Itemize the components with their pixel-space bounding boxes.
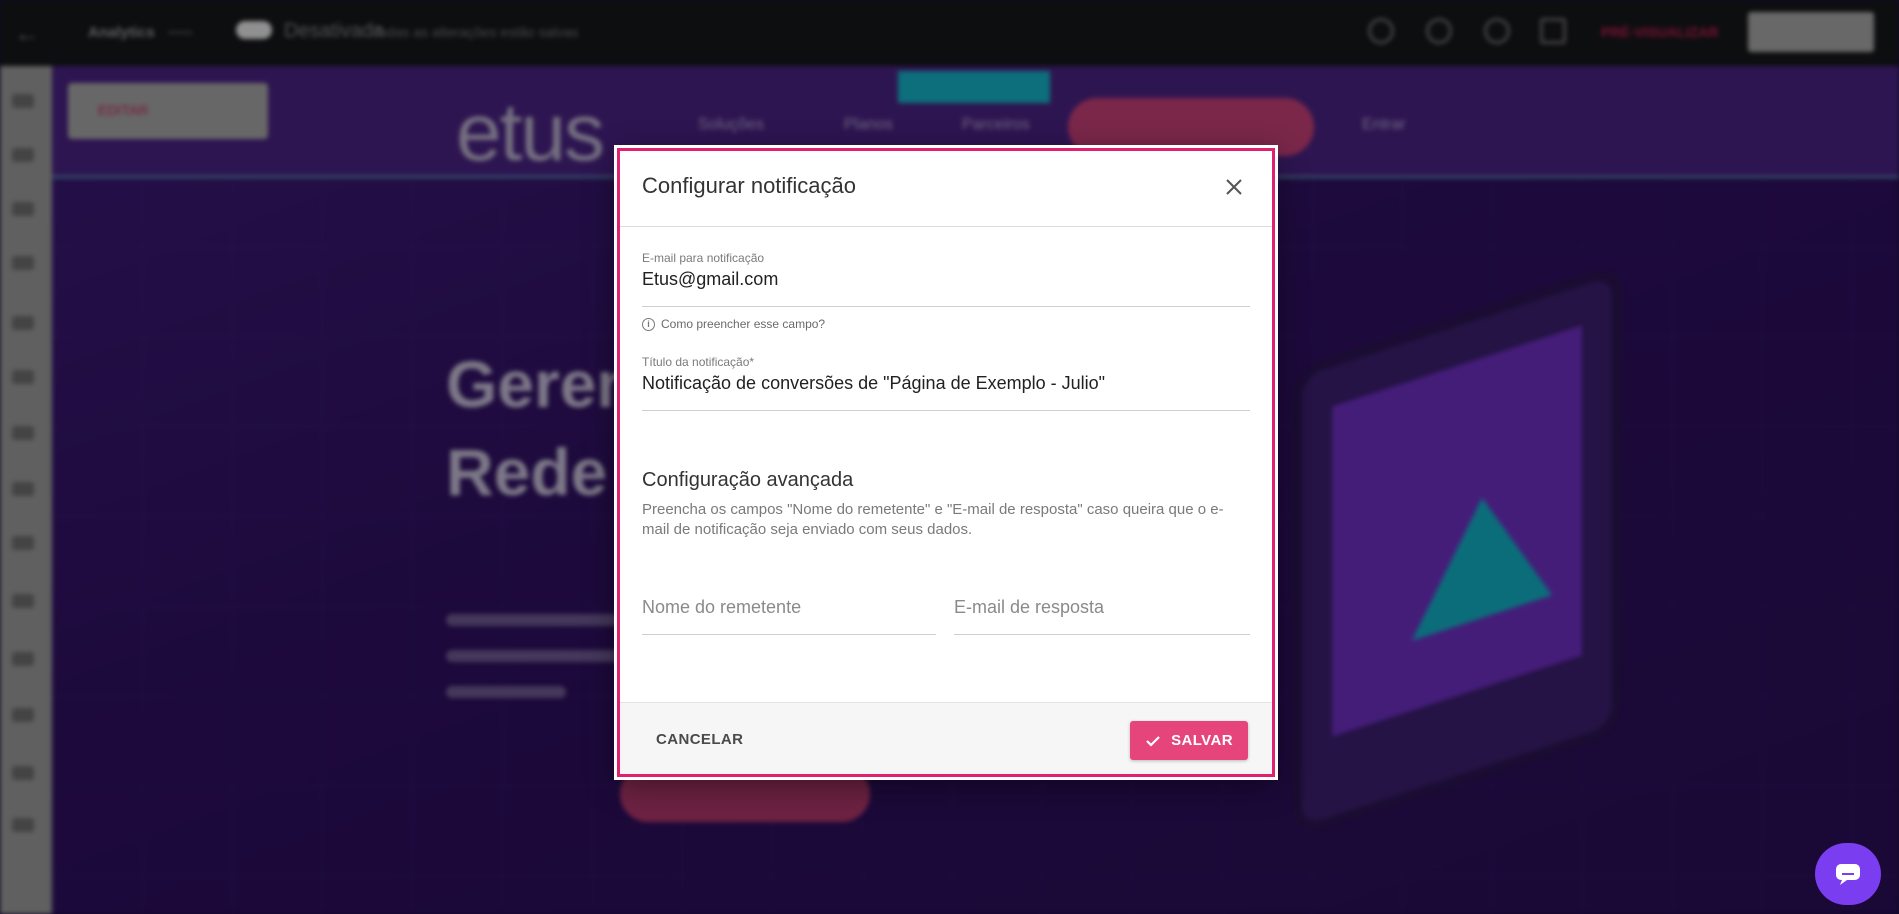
advanced-section-title: Configuração avançada xyxy=(642,469,854,491)
dialog-title: Configurar notificação xyxy=(642,173,857,198)
title-field-underline xyxy=(642,410,1250,411)
dialog-footer: CANCELAR SALVAR xyxy=(620,702,1272,774)
email-field-label: E-mail para notificação xyxy=(642,251,765,265)
help-link-text[interactable]: Como preencher esse campo? xyxy=(661,317,825,331)
sender-name-underline xyxy=(642,634,936,635)
info-icon: i xyxy=(642,317,655,331)
dialog-header: Configurar notificação xyxy=(620,151,1272,227)
notification-config-dialog: Configurar notificação E-mail para notif… xyxy=(617,148,1275,777)
reply-email-underline xyxy=(954,634,1250,635)
chat-icon xyxy=(1836,864,1860,885)
chat-support-button[interactable] xyxy=(1815,843,1881,905)
check-icon xyxy=(1146,735,1160,747)
save-button[interactable]: SALVAR xyxy=(1130,721,1248,760)
save-button-label: SALVAR xyxy=(1171,732,1233,749)
close-icon[interactable] xyxy=(1218,171,1250,203)
email-field[interactable]: Etus@gmail.com xyxy=(642,269,778,290)
advanced-section-description: Preencha os campos "Nome do remetente" e… xyxy=(642,501,1224,538)
cancel-button[interactable]: CANCELAR xyxy=(642,723,757,756)
dialog-body: E-mail para notificação Etus@gmail.com i… xyxy=(620,227,1272,702)
notification-title-field[interactable]: Notificação de conversões de "Página de … xyxy=(642,373,1105,394)
email-field-underline xyxy=(642,306,1250,307)
title-field-label: Título da notificação* xyxy=(642,355,755,369)
email-field-help[interactable]: i Como preencher esse campo? xyxy=(642,317,825,331)
sender-name-input[interactable]: Nome do remetente xyxy=(642,597,801,618)
reply-email-input[interactable]: E-mail de resposta xyxy=(954,597,1104,618)
